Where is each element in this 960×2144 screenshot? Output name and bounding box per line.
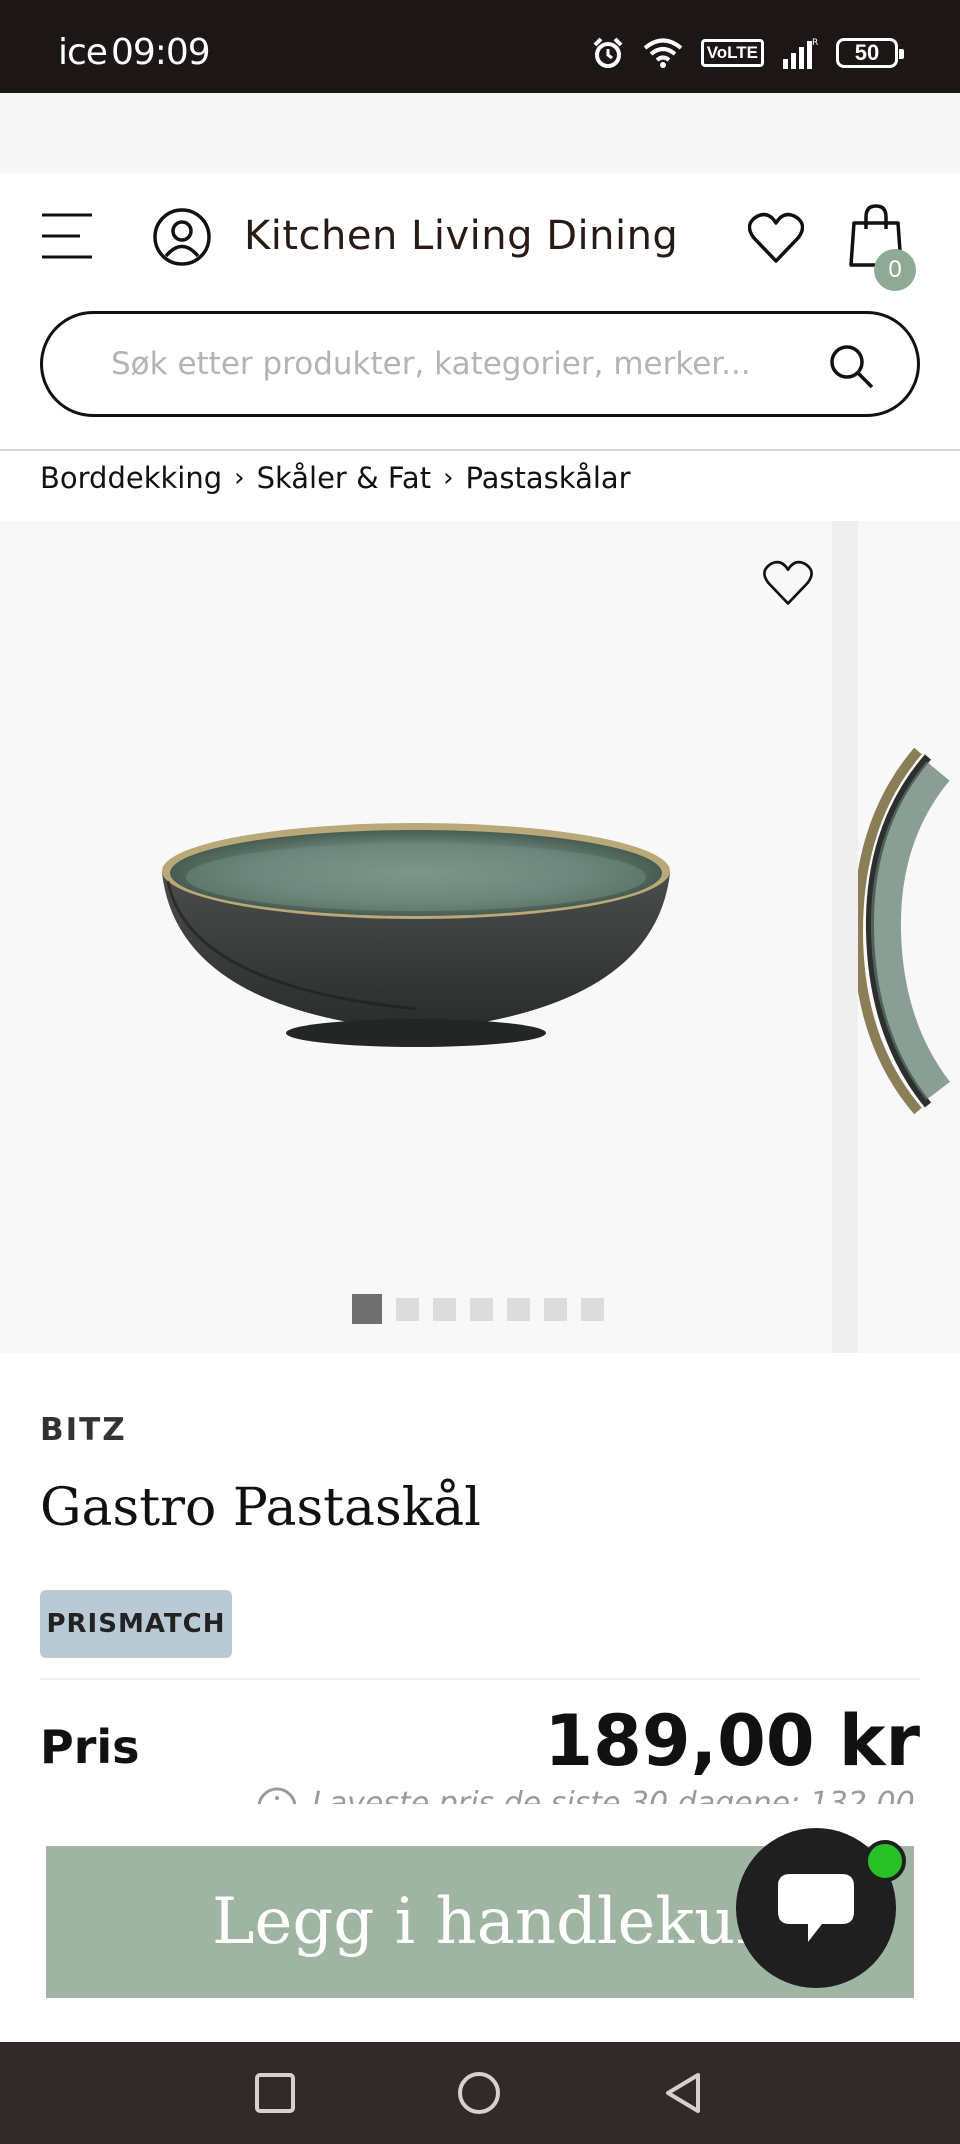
site-logo[interactable]: Kitchen Living Dining (244, 213, 678, 259)
next-slide-preview[interactable] (858, 521, 960, 1353)
gallery-pagination (352, 1294, 604, 1324)
wishlist-heart-icon[interactable] (748, 211, 804, 265)
product-gallery[interactable] (0, 521, 960, 1353)
status-left: ice 09:09 (58, 32, 211, 73)
search-bar[interactable]: Søk etter produkter, kategorier, merker.… (40, 311, 920, 417)
breadcrumb-separator-icon: › (234, 463, 245, 493)
prismatch-badge[interactable]: PRISMATCH (40, 1590, 232, 1658)
chat-bubble-icon (778, 1874, 854, 1942)
back-triangle-icon[interactable] (660, 2070, 706, 2116)
status-icons: VoLTE R 50 (591, 36, 904, 70)
menu-icon[interactable] (40, 211, 94, 261)
search-input[interactable]: Søk etter produkter, kategorier, merker.… (111, 346, 751, 382)
search-icon[interactable] (827, 342, 875, 390)
cart-count-badge: 0 (874, 249, 916, 291)
slide-separator (832, 521, 858, 1353)
status-bar: ice 09:09 VoLTE R 50 (0, 0, 960, 93)
price-label: Pris (40, 1720, 140, 1774)
lowest-price-row: Laveste pris de siste 30 dagene: 132,00 … (256, 1782, 920, 1804)
gallery-dot-5[interactable] (507, 1298, 530, 1321)
product-title: Gastro Pastaskål (40, 1478, 481, 1538)
alarm-icon (593, 37, 623, 68)
gallery-dot-1[interactable] (352, 1294, 382, 1324)
wifi-icon (643, 38, 682, 68)
svg-text:R: R (812, 38, 818, 48)
gallery-dot-2[interactable] (396, 1298, 419, 1321)
gallery-dot-7[interactable] (581, 1298, 604, 1321)
product-favorite-heart-icon[interactable] (762, 559, 814, 607)
chat-online-indicator (864, 1840, 906, 1882)
breadcrumb-item-skaler-fat[interactable]: Skåler & Fat (257, 461, 432, 495)
home-circle-icon[interactable] (456, 2070, 502, 2116)
breadcrumb-item-pastaskalar[interactable]: Pastaskålar (465, 461, 630, 495)
divider (40, 1678, 920, 1680)
system-nav-bar (0, 2042, 960, 2144)
carrier-label: ice (58, 32, 108, 73)
gallery-dot-4[interactable] (470, 1298, 493, 1321)
product-bowl-image (162, 823, 670, 1047)
recents-square-icon[interactable] (252, 2070, 298, 2116)
signal-icon: R (783, 38, 818, 69)
top-spacer (0, 93, 960, 173)
breadcrumb-separator-icon: › (443, 463, 454, 493)
gallery-dot-3[interactable] (433, 1298, 456, 1321)
breadcrumb: Borddekking › Skåler & Fat › Pastaskålar (40, 461, 631, 495)
battery-icon: 50 (836, 38, 904, 68)
next-slide-bowl-image (858, 747, 951, 1115)
account-icon[interactable] (152, 207, 212, 267)
lowest-price-note: Laveste pris de siste 30 dagene: 132,00 … (312, 1786, 920, 1804)
site-header: Kitchen Living Dining 0 Søk etter produk… (0, 173, 960, 451)
product-brand[interactable]: BITZ (40, 1412, 127, 1448)
clock: 09:09 (110, 32, 211, 73)
volte-icon: VoLTE (700, 39, 764, 67)
price-value: 189,00 kr (544, 1700, 920, 1782)
breadcrumb-item-borddekking[interactable]: Borddekking (40, 461, 222, 495)
gallery-dot-6[interactable] (544, 1298, 567, 1321)
